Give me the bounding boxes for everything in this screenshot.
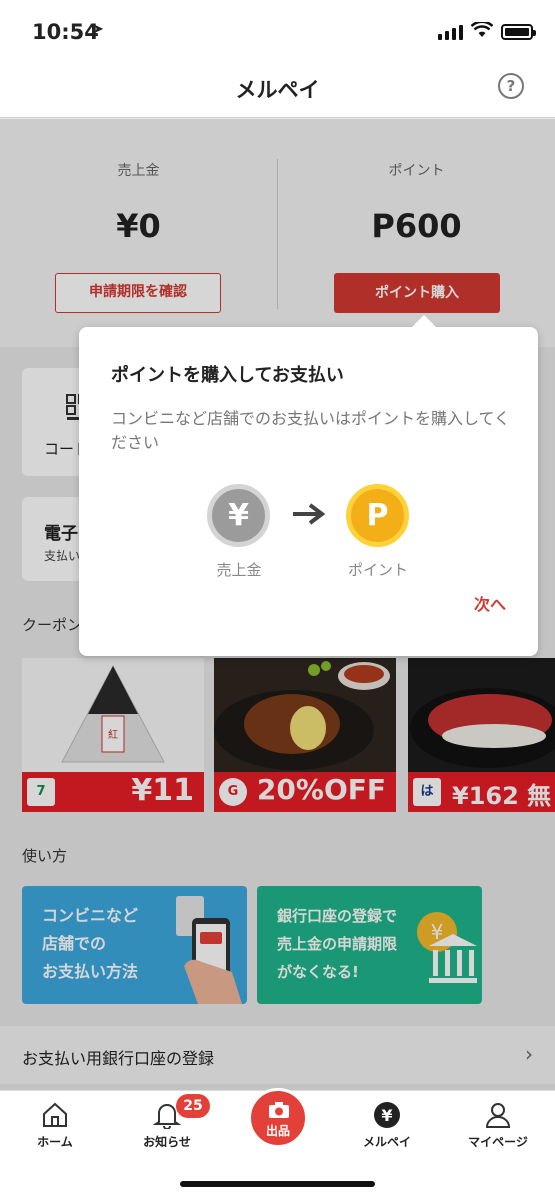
tab-merpay-label: メルペイ bbox=[362, 1135, 411, 1149]
notification-badge: 25 bbox=[176, 1094, 210, 1118]
camera-icon bbox=[269, 1102, 289, 1118]
sell-label: 出品 bbox=[265, 1124, 290, 1138]
signal-icon bbox=[438, 25, 463, 40]
status-time: 10:54 bbox=[32, 20, 99, 44]
battery-icon bbox=[501, 24, 536, 40]
home-indicator bbox=[180, 1181, 375, 1187]
points-tooltip-popup: ポイントを購入してお支払い コンビニなど店舗でのお支払いはポイントを購入してくだ… bbox=[79, 315, 538, 656]
location-arrow-icon: ➤ bbox=[93, 22, 104, 37]
yen-coin-icon: ¥ bbox=[207, 484, 270, 547]
home-icon bbox=[43, 1102, 67, 1127]
page-title: メルペイ bbox=[235, 78, 320, 102]
arrow-right-icon bbox=[293, 503, 326, 525]
status-bar: 10:54 ➤ bbox=[0, 0, 555, 62]
to-label: ポイント bbox=[347, 561, 408, 579]
nav-bar: メルペイ ? bbox=[0, 62, 555, 118]
tab-notifications-label: お知らせ bbox=[143, 1135, 191, 1149]
tab-home-label: ホーム bbox=[37, 1135, 73, 1149]
popup-body: コンビニなど店舗でのお支払いはポイントを購入してください bbox=[111, 409, 511, 452]
next-button[interactable]: 次へ bbox=[474, 591, 506, 615]
tab-mypage-label: マイページ bbox=[468, 1135, 528, 1149]
yen-circle-icon: ¥ bbox=[374, 1102, 400, 1128]
popup-title: ポイントを購入してお支払い bbox=[111, 365, 344, 386]
person-icon bbox=[485, 1103, 511, 1128]
from-label: 売上金 bbox=[216, 561, 262, 579]
wifi-icon bbox=[471, 22, 493, 37]
sell-button[interactable]: 出品 bbox=[248, 1088, 308, 1148]
svg-text:¥: ¥ bbox=[381, 1106, 392, 1125]
point-coin-icon: P bbox=[346, 484, 409, 547]
help-icon[interactable]: ? bbox=[498, 73, 524, 99]
